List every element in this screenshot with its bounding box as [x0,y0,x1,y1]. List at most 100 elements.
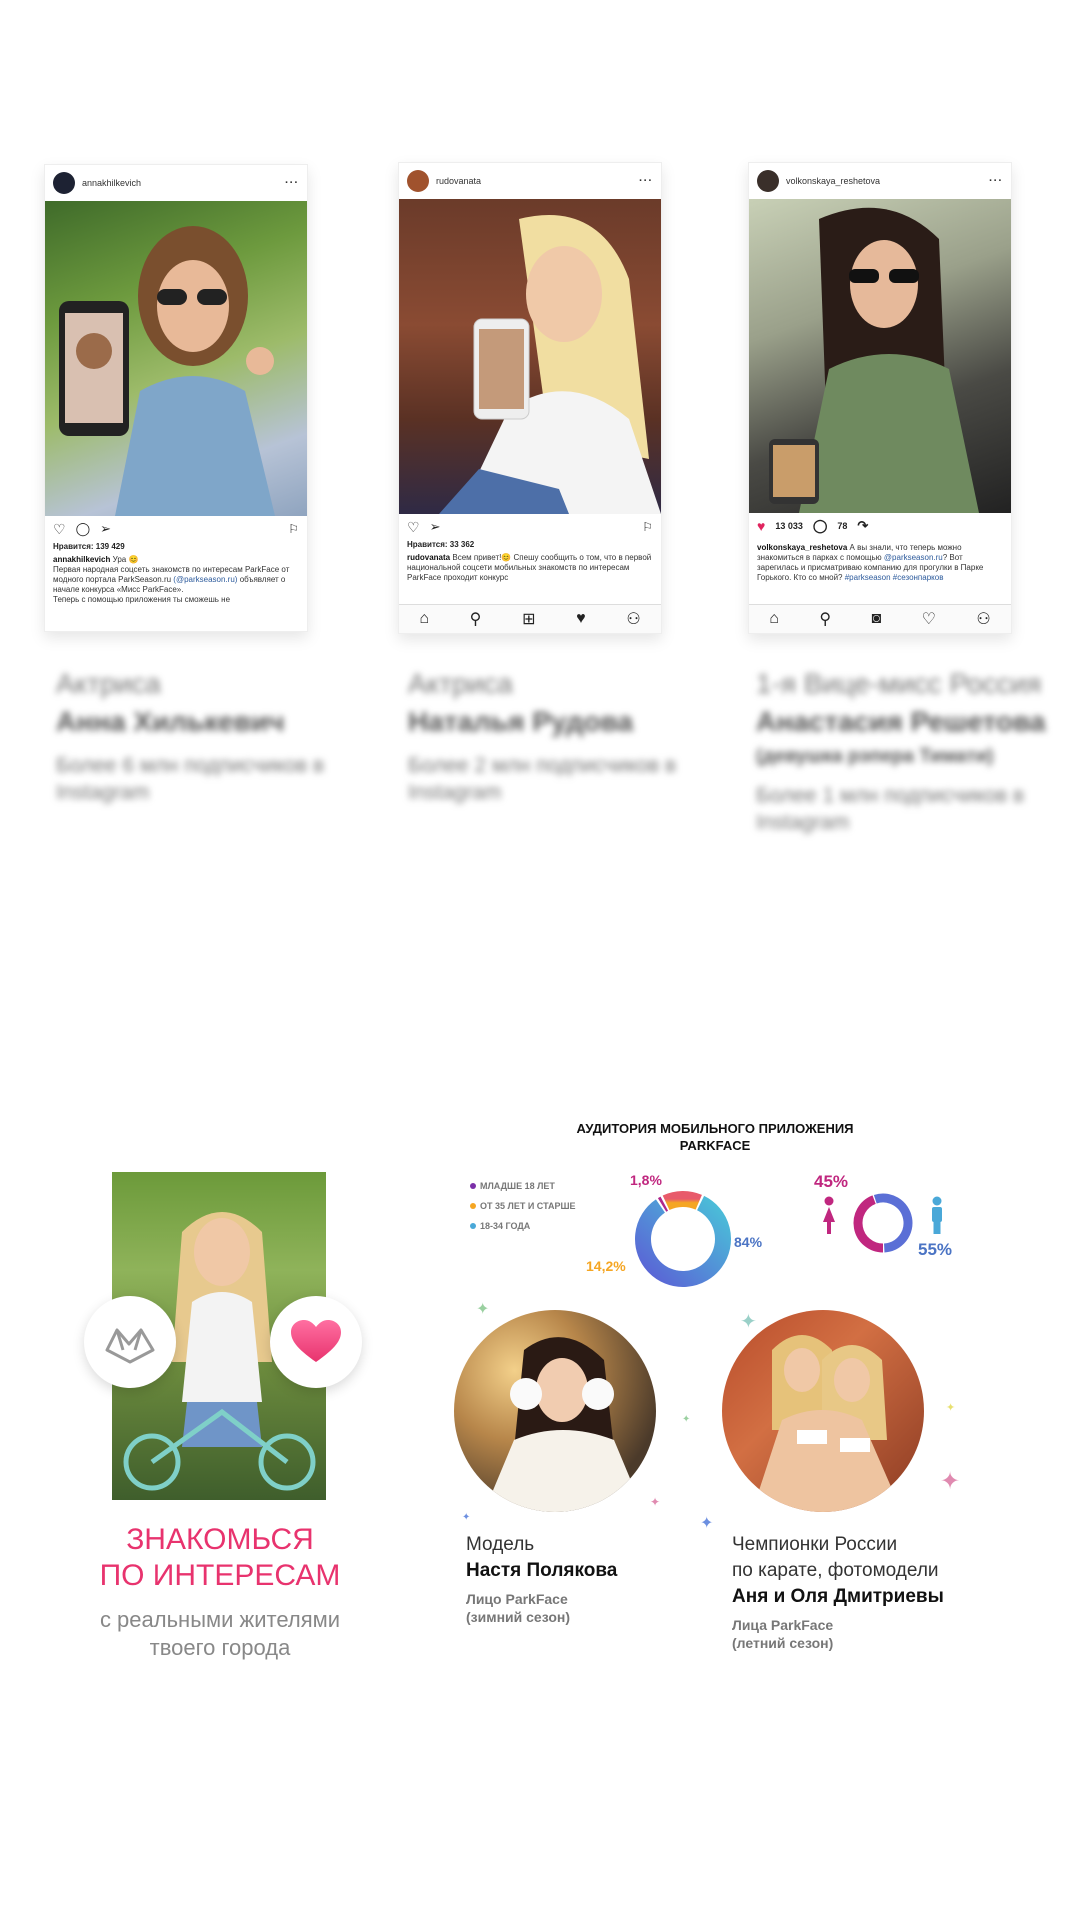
post-username[interactable]: volkonskaya_reshetova [786,176,989,186]
influencer-subs: Более 6 млн подписчиков в Instagram [56,754,325,804]
heart-icon[interactable]: ♡ [53,521,66,538]
avatar[interactable] [53,172,75,194]
activity-heart-icon[interactable]: ♥ [576,610,586,628]
avatar[interactable] [757,170,779,192]
caption-username[interactable]: annakhilkevich [53,555,110,564]
search-icon[interactable]: ⚲ [470,609,482,629]
influencer-name: Анна Хилькевич [56,706,285,737]
comment-icon[interactable]: ◯ [76,521,91,537]
photo-illustration [752,1335,902,1512]
home-icon[interactable]: ⌂ [769,610,779,628]
post-username[interactable]: annakhilkevich [82,178,285,188]
instagram-post-3[interactable]: volkonskaya_reshetova ··· ♥ 13 033 ◯ 78 … [748,162,1012,634]
age-label-under18: 1,8% [630,1172,662,1188]
photo-illustration [439,215,661,514]
donut-segment-male [873,1193,913,1253]
more-icon[interactable]: ··· [639,175,653,187]
age-donut-chart [635,1191,731,1287]
profile-icon[interactable]: ⚇ [626,609,640,629]
promo-sub-line1: с реальными жителями [99,1607,341,1632]
promo-title: ЗНАКОМЬСЯ ПО ИНТЕРЕСАМ [60,1522,380,1594]
post-caption: rudovanata Всем привет!😊 Спешу сообщить … [399,549,661,587]
post-header: volkonskaya_reshetova ··· [749,163,1011,199]
bookmark-icon[interactable]: ⚐ [288,522,299,536]
like-heart-button[interactable] [270,1296,362,1388]
share-icon[interactable]: ➢ [430,519,441,535]
sparkle-icon: ✦ [700,1515,714,1532]
influencer-3-caption: 1-я Вице-мисс Россия Анастасия Решетова … [756,668,1076,836]
influencer-name: Анастасия Решетова [756,706,1046,737]
share-icon[interactable]: ➢ [100,521,111,537]
caption-link[interactable]: (@parkseason.ru) [173,575,237,584]
influencer-extra: (девушка рэпера Тимати) [756,746,994,767]
legend-label: МЛАДШЕ 18 ЛЕТ [480,1181,555,1191]
caption-tags[interactable]: #parkseason #сезонпарков [845,573,944,582]
legend-item-over35: ОТ 35 ЛЕТ И СТАРШЕ [470,1196,576,1216]
home-icon[interactable]: ⌂ [419,610,429,628]
profile-icon[interactable]: ⚇ [976,609,990,629]
legend-label: 18-34 ГОДА [480,1221,531,1231]
camera-icon[interactable]: ◙ [871,610,881,628]
influencer-2-caption: Актриса Наталья Рудова Более 2 млн подпи… [408,668,708,806]
post-likes: Нравится: 33 362 [407,540,475,549]
face-photo-winter [454,1310,656,1512]
face-name: Настя Полякова [466,1560,618,1581]
post-header: rudovanata ··· [399,163,661,199]
influencer-1-caption: Актриса Анна Хилькевич Более 6 млн подпи… [56,668,356,806]
face-season-line1: Лица ParkFace [732,1617,834,1633]
promo-title-line2: ПО ИНТЕРЕСАМ [99,1559,341,1592]
liked-heart-icon[interactable]: ♥ [757,518,765,534]
post-username[interactable]: rudovanata [436,176,639,186]
more-icon[interactable]: ··· [285,177,299,189]
caption-username[interactable]: volkonskaya_reshetova [757,543,847,552]
post-caption: volkonskaya_reshetova А вы знали, что те… [749,539,1011,587]
comment-icon[interactable]: ◯ [813,518,828,534]
face-role: Модель [466,1534,535,1555]
likes-count: 13 033 [775,521,803,531]
chart-title-line1: АУДИТОРИЯ МОБИЛЬНОГО ПРИЛОЖЕНИЯ [576,1121,854,1136]
instagram-post-2[interactable]: rudovanata ··· ♡ ➢ ⚐ Нравится: 33 362 ru… [398,162,662,634]
donut-segment-female [853,1195,884,1253]
caption-username[interactable]: rudovanata [407,553,450,562]
promo-title-line1: ЗНАКОМЬСЯ [126,1523,314,1556]
photo-illustration [484,1337,644,1512]
promo-sub-line2: твоего города [149,1635,291,1660]
face-role-line2: по карате, фотомодели [732,1560,939,1581]
legend-item-under18: МЛАДШЕ 18 ЛЕТ [470,1176,576,1196]
gender-donut-chart [853,1193,913,1253]
activity-heart-icon[interactable]: ♡ [922,609,936,629]
add-icon[interactable]: ⊞ [522,609,535,629]
bottom-nav: ⌂ ⚲ ⊞ ♥ ⚇ [399,604,661,633]
face-role-line1: Чемпионки России [732,1534,898,1555]
face-season-line2: (зимний сезон) [466,1609,570,1625]
legend-item-18-34: 18-34 ГОДА [470,1216,576,1236]
face-season-line1: Лицо ParkFace [466,1591,568,1607]
bookmark-icon[interactable]: ⚐ [642,520,653,534]
gender-label-female: 45% [814,1172,849,1191]
caption-link[interactable]: @parkseason.ru [884,553,943,562]
legend-dot [470,1203,476,1209]
search-icon[interactable]: ⚲ [819,609,831,629]
sparkle-icon: ✦ [940,1468,961,1495]
more-icon[interactable]: ··· [989,175,1003,187]
age-label-over35: 14,2% [586,1258,626,1274]
age-label-18-34: 84% [734,1234,763,1250]
influencer-subs: Более 2 млн подписчиков в Instagram [408,754,677,804]
share-arrow-icon[interactable]: ↷ [857,518,868,534]
chart-title: АУДИТОРИЯ МОБИЛЬНОГО ПРИЛОЖЕНИЯ PARKFACE [520,1120,910,1154]
post-caption: annakhilkevich Ура 😊 Первая народная соц… [45,551,307,609]
legend-dot [470,1223,476,1229]
post-photo [45,201,307,516]
heart-icon[interactable]: ♡ [407,519,420,536]
donut-segment-18-34 [635,1195,731,1287]
caption-text: Ура 😊 [112,555,139,564]
influencer-role: Актриса [408,668,513,699]
hands-icon-circle[interactable] [84,1296,176,1388]
post-likes: Нравится: 139 429 [53,542,125,551]
post-header: annakhilkevich ··· [45,165,307,201]
instagram-post-1[interactable]: annakhilkevich ··· ♡ ◯ ➢ ⚐ Нравится: 139… [44,164,308,632]
avatar[interactable] [407,170,429,192]
sparkle-icon: ✦ [462,1512,471,1523]
face-caption-summer: Чемпионки России по карате, фотомодели А… [732,1532,1032,1652]
photo-illustration [59,226,275,516]
